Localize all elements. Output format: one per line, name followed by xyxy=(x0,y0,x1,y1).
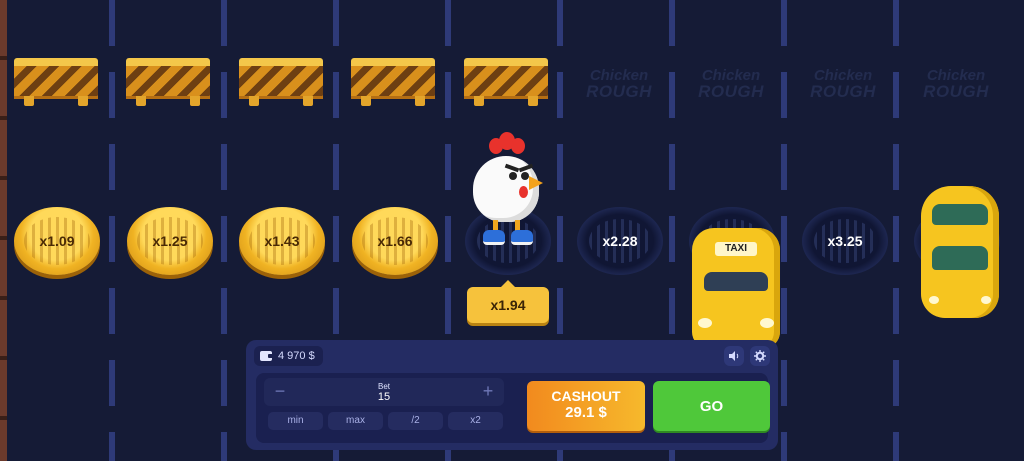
multiplier-manhole[interactable]: x2.28 xyxy=(577,207,663,275)
increase-bet-button[interactable]: + xyxy=(476,378,500,406)
barrier xyxy=(464,58,548,106)
multiplier-coin: x1.09 xyxy=(14,207,100,275)
sports-car xyxy=(921,186,999,318)
lane-divider xyxy=(893,0,899,461)
go-button[interactable]: GO xyxy=(653,381,770,431)
min-bet-button[interactable]: min xyxy=(268,412,323,430)
control-panel: 4 970 $ − Bet 15 + min max /2 x2 CASHOUT… xyxy=(246,340,778,450)
barrier xyxy=(239,58,323,106)
barrier xyxy=(351,58,435,106)
multiplier-coin: x1.25 xyxy=(127,207,213,275)
lane-logo: Chicken ROUGH xyxy=(923,67,989,101)
lane-logo: Chicken ROUGH xyxy=(698,67,764,101)
max-bet-button[interactable]: max xyxy=(328,412,383,430)
cashout-amount: 29.1 $ xyxy=(565,404,607,421)
chicken-character xyxy=(467,132,549,252)
double-bet-button[interactable]: x2 xyxy=(448,412,503,430)
multiplier-manhole: x3.25 xyxy=(802,207,888,275)
bet-label: Bet xyxy=(377,382,390,391)
taxi-car: TAXI xyxy=(692,228,780,348)
lane-divider xyxy=(221,0,227,461)
balance-amount: 4 970 $ xyxy=(278,350,315,362)
current-multiplier: x1.94 xyxy=(467,280,549,323)
speaker-icon[interactable] xyxy=(724,346,744,366)
lane-logo: Chicken ROUGH xyxy=(586,67,652,101)
multiplier-coin: x1.43 xyxy=(239,207,325,275)
game-scene: Chicken ROUGH Chicken ROUGH Chicken ROUGH C… xyxy=(0,0,1024,461)
bet-value[interactable]: 15 xyxy=(264,391,504,403)
multiplier-coin: x1.66 xyxy=(352,207,438,275)
bet-input[interactable]: − Bet 15 + xyxy=(264,378,504,406)
lane-divider xyxy=(781,0,787,461)
bet-controls: − Bet 15 + min max /2 x2 CASHOUT 29.1 $ … xyxy=(256,373,770,443)
balance-display: 4 970 $ xyxy=(254,346,323,366)
brick-wall xyxy=(0,0,7,461)
half-bet-button[interactable]: /2 xyxy=(388,412,443,430)
lane-divider xyxy=(109,0,115,461)
cashout-button[interactable]: CASHOUT 29.1 $ xyxy=(527,381,645,431)
barrier xyxy=(126,58,210,106)
wallet-icon xyxy=(260,351,273,361)
gear-icon[interactable] xyxy=(750,346,770,366)
panel-topbar: 4 970 $ xyxy=(246,340,778,370)
cashout-label: CASHOUT xyxy=(551,388,621,404)
barrier xyxy=(14,58,98,106)
lane-logo: Chicken ROUGH xyxy=(810,67,876,101)
